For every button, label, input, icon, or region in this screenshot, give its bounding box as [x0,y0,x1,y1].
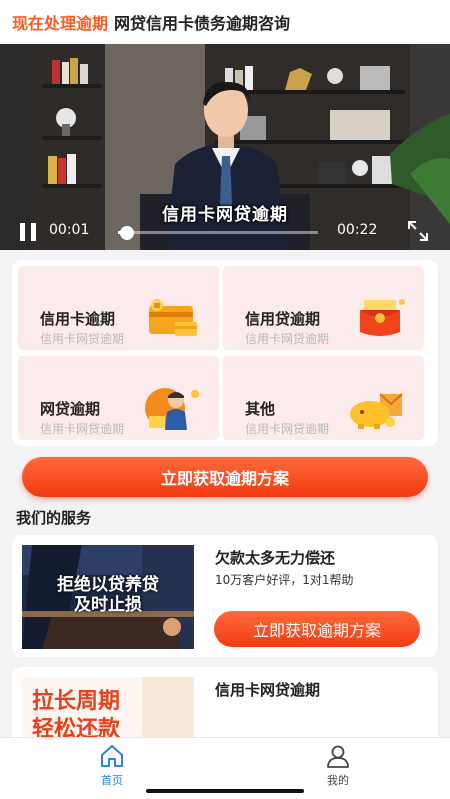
service-title: 欠款太多无力偿还 [215,549,336,567]
service-image-line2: 及时止损 [74,595,142,615]
category-subtitle: 信用卡网贷逾期 [40,332,125,346]
tab-home[interactable]: 首页 [82,742,142,787]
app-screen: 现在处理逾期 网贷信用卡债务逾期咨询 信用卡网贷逾期 00:01 00:22 信… [0,0,450,799]
category-credit-loan-overdue[interactable]: 信用贷逾期 信用卡网贷逾期 [223,266,424,350]
tab-label: 首页 [101,774,123,787]
category-grid: 信用卡逾期 信用卡网贷逾期 信用贷逾期 信用卡网贷逾期 网贷逾期 信用卡网贷逾期… [12,260,438,446]
video-controls: 00:01 00:22 [0,214,450,250]
category-subtitle: 信用卡网贷逾期 [245,422,330,436]
category-credit-card-overdue[interactable]: 信用卡逾期 信用卡网贷逾期 [18,266,219,350]
pause-icon[interactable] [19,223,37,241]
category-subtitle: 信用卡网贷逾期 [245,332,330,346]
video-player[interactable]: 信用卡网贷逾期 00:01 00:22 [0,44,450,250]
category-title: 其他 [245,400,276,418]
home-indicator [146,789,304,793]
video-total-time: 00:22 [337,222,378,238]
credit-card-icon [149,299,197,336]
video-current-time: 00:01 [49,222,90,238]
page-header: 现在处理逾期 网贷信用卡债务逾期咨询 [0,0,450,44]
category-online-loan-overdue[interactable]: 网贷逾期 信用卡网贷逾期 [18,356,219,440]
video-progress-thumb[interactable] [120,226,134,240]
header-title: 网贷信用卡债务逾期咨询 [114,14,291,33]
piggy-bank-icon [350,393,403,429]
category-title: 信用卡逾期 [40,310,116,328]
header-accent-title: 现在处理逾期 [12,14,109,33]
person-money-icon [145,388,199,430]
category-other[interactable]: 其他 信用卡网贷逾期 [223,356,424,440]
fullscreen-icon[interactable] [407,220,429,242]
user-icon [327,745,349,768]
service-image-line1: 拒绝以贷养贷 [57,575,159,595]
tab-mine[interactable]: 我的 [308,742,368,787]
service-image: 拒绝以贷养贷 及时止损 [22,545,194,649]
service-get-plan-button[interactable]: 立即获取逾期方案 [214,611,420,647]
get-overdue-plan-button[interactable]: 立即获取逾期方案 [22,457,428,497]
section-title-services: 我们的服务 [16,509,92,527]
service-title: 信用卡网贷逾期 [215,681,321,699]
tab-label: 我的 [327,774,349,787]
category-subtitle: 信用卡网贷逾期 [40,422,125,436]
red-envelope-icon [360,299,405,336]
category-title: 网贷逾期 [40,400,101,418]
service-card[interactable]: 拒绝以贷养贷 及时止损 欠款太多无力偿还 10万客户好评，1对1帮助 立即获取逾… [12,535,438,657]
home-icon [101,745,123,767]
service-subtitle: 10万客户好评，1对1帮助 [215,573,354,587]
video-progress-bar[interactable] [118,226,318,240]
service-image-line1: 拉长周期 [32,688,121,714]
category-title: 信用贷逾期 [245,310,321,328]
